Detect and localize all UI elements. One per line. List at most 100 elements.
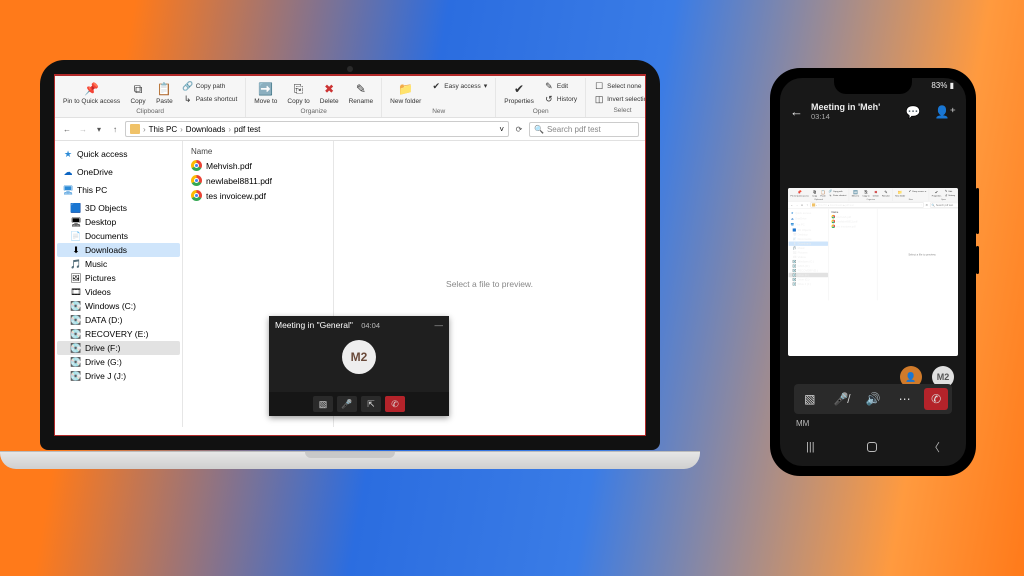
properties-button[interactable]: ✔Properties — [502, 80, 536, 106]
nav-label: DATA (D:) — [85, 315, 122, 325]
speaker-button[interactable]: 🔊 — [861, 388, 885, 410]
rename-button[interactable]: ✎Rename — [881, 189, 890, 197]
copy-button[interactable]: ⧉ Copy — [811, 189, 817, 197]
nav-label: Desktop — [798, 233, 808, 236]
pdf-icon — [191, 190, 202, 201]
file-item[interactable]: Mehvish.pdf — [183, 158, 333, 173]
recent-button[interactable]: ▾ — [93, 123, 105, 135]
nav-label: Drive (G:) — [85, 357, 122, 367]
paste-shortcut-button[interactable]: ↳Paste shortcut — [181, 93, 240, 105]
breadcrumb[interactable]: › This PC › Downloads › pdf test ˅ — [125, 121, 509, 137]
camera-toggle-button[interactable]: ▧ — [313, 396, 333, 412]
breadcrumb-segment[interactable]: pdf test — [845, 204, 853, 207]
column-header-name[interactable]: Name — [183, 145, 333, 158]
file-item[interactable]: tes invoicew.pdf — [829, 224, 877, 229]
delete-button[interactable]: ✖Delete — [872, 189, 879, 197]
pin-quick-access-button[interactable]: 📌 Pin to Quick access — [790, 189, 810, 197]
refresh-button[interactable]: ⟳ — [925, 203, 929, 207]
cloud-icon: ☁ — [791, 217, 794, 220]
nav-onedrive[interactable]: ☁OneDrive — [57, 165, 180, 179]
chat-button[interactable]: 💬 — [906, 105, 921, 119]
forward-button[interactable]: → — [77, 123, 89, 135]
back-button[interactable]: ← — [61, 123, 73, 135]
nav-label: Pictures — [798, 251, 808, 254]
copy-to-button[interactable]: ⎘Copy to — [862, 189, 870, 197]
breadcrumb-segment[interactable]: Downloads — [830, 204, 843, 207]
up-button[interactable]: ↑ — [109, 123, 121, 135]
history-button[interactable]: ↺History — [542, 93, 579, 105]
forward-button[interactable]: → — [795, 203, 799, 207]
chevron-down-icon[interactable]: ˅ — [499, 125, 504, 134]
nav-item[interactable]: 💽Drive (G:) — [57, 355, 180, 369]
mic-toggle-button[interactable]: 🎤 — [337, 396, 357, 412]
back-button[interactable]: ← — [790, 104, 803, 119]
chevron-down-icon[interactable]: ˅ — [921, 204, 922, 207]
nav-item[interactable]: 💽Drive J (J:) — [57, 369, 180, 383]
nav-item[interactable]: 🟦3D Objects — [57, 201, 180, 215]
nav-item[interactable]: 🎵Music — [57, 257, 180, 271]
nav-item[interactable]: 🖥Desktop — [57, 215, 180, 229]
easy-access-button[interactable]: ✔Easy access▾ — [908, 189, 927, 193]
paste-button[interactable]: 📋 Paste — [154, 80, 175, 106]
more-button[interactable]: ⋯ — [893, 388, 917, 410]
breadcrumb-segment[interactable]: Downloads — [186, 125, 226, 134]
nav-item[interactable]: 💽Windows (C:) — [57, 299, 180, 313]
recents-button[interactable]: ||| — [806, 441, 815, 453]
search-input[interactable]: 🔍 Search pdf test — [529, 122, 639, 137]
nav-this-pc[interactable]: 🖥This PC — [57, 183, 180, 197]
refresh-button[interactable]: ⟳ — [513, 123, 525, 135]
mic-off-icon: 🎤̸ — [834, 392, 849, 406]
breadcrumb[interactable]: › This PC › Downloads › pdf test ˅ — [810, 202, 923, 207]
edit-button[interactable]: ✎Edit — [542, 80, 579, 92]
nav-item[interactable]: 💽RECOVERY (E:) — [57, 327, 180, 341]
breadcrumb-segment[interactable]: This PC — [818, 204, 827, 207]
nav-item[interactable]: ⬇Downloads — [57, 243, 180, 257]
nav-quick-access[interactable]: ★Quick access — [57, 147, 180, 161]
hangup-button[interactable]: ✆ — [385, 396, 405, 412]
nav-item[interactable]: 💽DATA (D:) — [57, 313, 180, 327]
copy-path-button[interactable]: 🔗Copy path — [181, 80, 240, 92]
move-to-button[interactable]: ➡️Move to — [252, 80, 279, 106]
nav-item[interactable]: 🎞Videos — [57, 285, 180, 299]
breadcrumb-segment[interactable]: This PC — [149, 125, 177, 134]
search-input[interactable]: 🔍 Search pdf test — [930, 203, 958, 208]
nav-item[interactable]: 💽Drive J (J:) — [789, 282, 828, 286]
file-item[interactable]: newlabel8811.pdf — [183, 173, 333, 188]
properties-button[interactable]: ✔Properties — [931, 189, 942, 197]
delete-button[interactable]: ✖Delete — [318, 80, 341, 106]
more-icon: ⋯ — [899, 392, 911, 406]
home-button[interactable] — [867, 442, 877, 452]
invert-selection-button[interactable]: ◫Invert selection — [592, 93, 646, 105]
pin-quick-access-button[interactable]: 📌 Pin to Quick access — [61, 80, 122, 106]
nav-item[interactable]: 📄Documents — [57, 229, 180, 243]
up-button[interactable]: ↑ — [805, 203, 809, 207]
nav-item[interactable]: 💽Drive (F:) — [57, 341, 180, 355]
minimize-button[interactable]: — — [435, 320, 444, 330]
rename-button[interactable]: ✎Rename — [347, 80, 376, 106]
back-button[interactable]: 〈 — [929, 439, 940, 455]
nav-onedrive[interactable]: ☁OneDrive — [789, 216, 828, 220]
file-item[interactable]: tes invoicew.pdf — [183, 188, 333, 203]
nav-this-pc[interactable]: 🖥This PC — [789, 222, 828, 226]
copy-to-button[interactable]: ⎘Copy to — [285, 80, 311, 106]
mic-toggle-button[interactable]: 🎤̸ — [829, 388, 853, 410]
back-button[interactable]: ← — [790, 203, 794, 207]
camera-toggle-button[interactable]: ▧ — [798, 388, 822, 410]
select-none-button[interactable]: ☐Select none — [592, 80, 646, 92]
share-button[interactable]: ⇱ — [361, 396, 381, 412]
paste-shortcut-button[interactable]: ↳Paste shortcut — [828, 193, 847, 197]
paste-button[interactable]: 📋 Paste — [820, 189, 827, 197]
add-participant-button[interactable]: 👤⁺ — [935, 105, 956, 119]
recent-button[interactable]: ▾ — [800, 203, 804, 207]
shared-screen[interactable]: 📌 Pin to Quick access ⧉ Copy 📋 Paste — [788, 188, 958, 356]
easy-access-button[interactable]: ✔Easy access▾ — [429, 80, 489, 92]
new-folder-button[interactable]: 📁New folder — [895, 189, 906, 197]
new-folder-button[interactable]: 📁New folder — [388, 80, 423, 106]
copy-button[interactable]: ⧉ Copy — [128, 80, 148, 106]
nav-item[interactable]: 🖼Pictures — [57, 271, 180, 285]
nav-quick-access[interactable]: ★Quick access — [789, 211, 828, 215]
hangup-button[interactable]: ✆ — [924, 388, 948, 410]
breadcrumb-segment[interactable]: pdf test — [234, 125, 260, 134]
move-to-button[interactable]: ➡️Move to — [851, 189, 860, 197]
teams-mini-window[interactable]: Meeting in "General" 04:04 — M2 ▧ 🎤 ⇱ ✆ — [269, 316, 449, 416]
